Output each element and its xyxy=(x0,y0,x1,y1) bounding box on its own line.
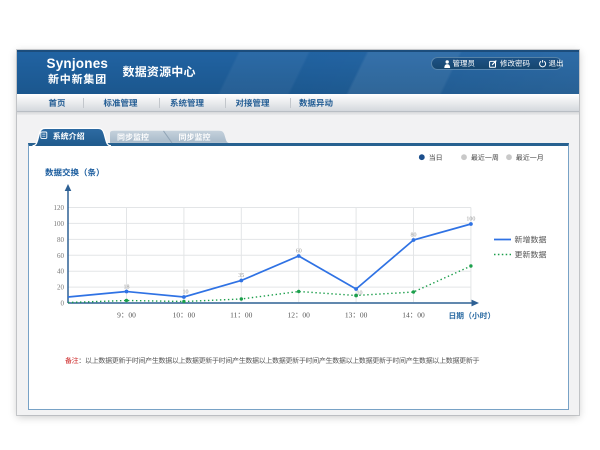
svg-text:最近一月: 最近一月 xyxy=(516,153,544,163)
svg-text:11：00: 11：00 xyxy=(230,310,252,321)
svg-text:100: 100 xyxy=(466,214,475,223)
svg-text:60: 60 xyxy=(57,251,65,261)
svg-text:新增数据: 新增数据 xyxy=(515,235,547,246)
svg-text:9：00: 9：00 xyxy=(117,310,136,321)
svg-text:80: 80 xyxy=(57,235,65,245)
svg-text:数据交换（条）: 数据交换（条） xyxy=(45,167,105,179)
svg-text:14：00: 14：00 xyxy=(402,310,425,321)
svg-text:20: 20 xyxy=(57,283,65,293)
svg-text:同步监控: 同步监控 xyxy=(117,132,149,143)
svg-text:日期（小时）: 日期（小时） xyxy=(449,311,496,322)
svg-text:系统介绍: 系统介绍 xyxy=(53,131,85,142)
svg-text:10: 10 xyxy=(183,287,189,296)
svg-text:35: 35 xyxy=(238,270,244,279)
svg-text:100: 100 xyxy=(54,219,65,229)
svg-text:60: 60 xyxy=(296,246,302,255)
svg-text:13：00: 13：00 xyxy=(345,310,368,321)
svg-text:80: 80 xyxy=(411,230,417,239)
svg-text:18: 18 xyxy=(124,282,130,291)
svg-text:0: 0 xyxy=(61,299,65,309)
svg-text:40: 40 xyxy=(57,267,65,277)
svg-text:10：00: 10：00 xyxy=(173,310,196,321)
svg-text:最近一周: 最近一周 xyxy=(471,153,499,163)
svg-text:更新数据: 更新数据 xyxy=(515,250,547,261)
svg-text:12：00: 12：00 xyxy=(287,310,310,321)
svg-text:120: 120 xyxy=(54,203,65,213)
svg-text:同步监控: 同步监控 xyxy=(179,132,211,143)
svg-text:10: 10 xyxy=(357,288,363,297)
svg-text:当日: 当日 xyxy=(429,153,443,163)
